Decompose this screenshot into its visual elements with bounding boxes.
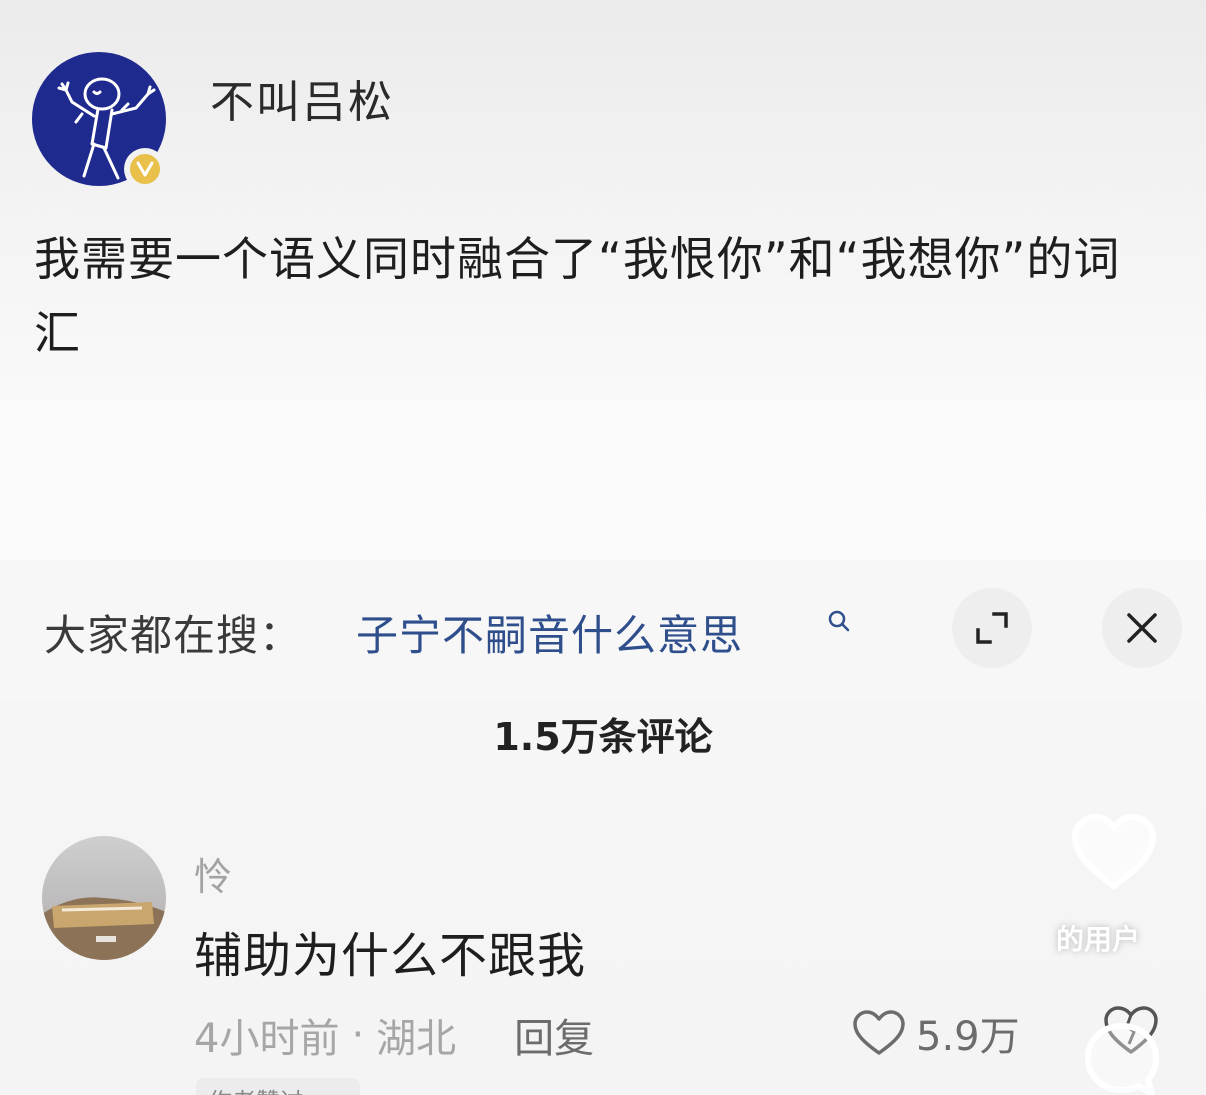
comment-author[interactable]: 怜 bbox=[194, 846, 232, 901]
floating-label: 的用户 bbox=[1056, 923, 1141, 956]
verified-check-icon bbox=[136, 161, 154, 177]
expand-button[interactable] bbox=[952, 588, 1032, 668]
comment-count-title: 1.5万条评论 bbox=[493, 715, 713, 759]
comment-time: 4小时前 bbox=[194, 1016, 340, 1062]
like-count: 5.9万 bbox=[916, 1014, 1020, 1060]
search-icon[interactable] bbox=[826, 608, 852, 634]
author-liked-tag: 作者赞过 bbox=[196, 1078, 360, 1095]
close-button[interactable] bbox=[1102, 588, 1182, 668]
verified-badge bbox=[124, 148, 166, 190]
landscape-avatar-icon bbox=[42, 897, 166, 960]
comment-meta: 4小时前 · 湖北 回复 bbox=[194, 1006, 594, 1064]
comment-like-button[interactable]: 5.9万 bbox=[852, 1004, 1020, 1062]
search-suggestion-link[interactable]: 子宁不嗣音什么意思 bbox=[356, 602, 743, 663]
floating-like-heart-icon[interactable] bbox=[1070, 812, 1158, 892]
close-icon bbox=[1127, 613, 1157, 643]
meta-separator: · bbox=[351, 1012, 365, 1058]
heart-icon bbox=[853, 1010, 905, 1055]
floating-comment-bubble-icon[interactable] bbox=[1080, 1018, 1164, 1095]
expand-icon bbox=[976, 612, 1008, 644]
post-username[interactable]: 不叫吕松 bbox=[210, 66, 394, 130]
post-body-text: 我需要一个语义同时融合了“我恨你”和“我想你”的词汇 bbox=[34, 232, 1121, 360]
comment-text: 辅助为什么不跟我 bbox=[194, 928, 587, 984]
comment-avatar[interactable] bbox=[42, 836, 166, 960]
reply-button[interactable]: 回复 bbox=[514, 1006, 594, 1064]
search-suggestion-prefix: 大家都在搜： bbox=[44, 611, 303, 660]
comment-location: 湖北 bbox=[376, 1016, 457, 1062]
